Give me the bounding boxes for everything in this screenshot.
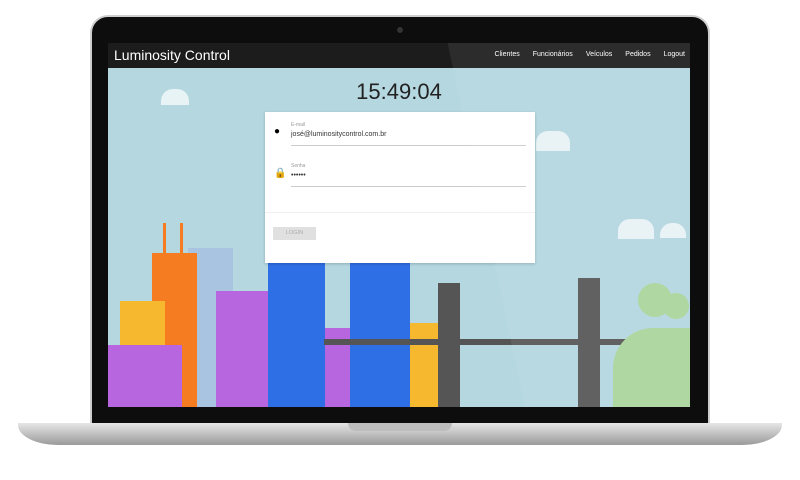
nav-veiculos[interactable]: Veículos [586,51,612,58]
nav-funcionarios[interactable]: Funcionários [533,51,573,58]
login-button[interactable]: LOGIN [273,227,316,240]
screen: Luminosity Control Clientes Funcionários… [108,43,690,407]
nav-clientes[interactable]: Clientes [494,51,519,58]
password-field[interactable]: Senha •••••• [291,163,526,187]
navbar: Luminosity Control Clientes Funcionários… [108,43,690,68]
lock-icon: 🔒 [274,168,287,179]
email-field[interactable]: E-mail josé@luminositycontrol.com.br [291,122,526,146]
login-card: ● E-mail josé@luminositycontrol.com.br 🔒… [265,112,535,263]
clock: 15:49:04 [356,79,442,104]
app-title: Luminosity Control [114,47,230,63]
camera [397,27,403,33]
nav-pedidos[interactable]: Pedidos [625,51,650,58]
account-circle-icon: ● [274,126,281,137]
nav-logout[interactable]: Logout [664,51,685,58]
laptop-notch [348,423,452,431]
divider [265,212,535,213]
